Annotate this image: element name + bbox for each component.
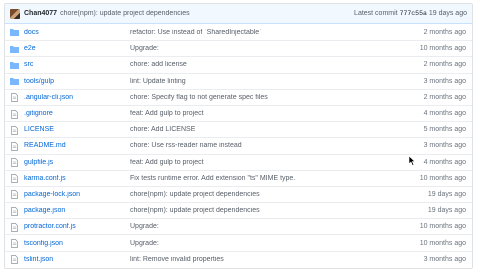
- file-icon: [10, 255, 19, 265]
- folder-icon: [10, 28, 19, 37]
- file-name-link[interactable]: e2e: [24, 45, 130, 52]
- table-row: LICENSE chore: Add LICENSE 5 months ago: [5, 121, 472, 137]
- table-row: README.md chore: Use rss-reader name inst…: [5, 137, 472, 153]
- file-name-link[interactable]: .gitignore: [24, 110, 130, 117]
- file-icon: [10, 93, 19, 103]
- commit-age: 4 months ago: [423, 110, 466, 118]
- file-name-link[interactable]: gulpfile.js: [24, 159, 130, 166]
- file-icon: [10, 206, 19, 216]
- table-row: gulpfile.js feat: Add gulp to project 4 mo…: [5, 153, 472, 170]
- commit-message-link[interactable]: chore: add license: [130, 61, 396, 68]
- commit-message-link[interactable]: lint: Remove invalid properties: [130, 256, 396, 263]
- commit-message-link[interactable]: Fix tests runtime error. Add extension "…: [130, 175, 396, 182]
- table-row: package.json chore(npm): update project d…: [5, 202, 472, 218]
- table-row: karma.conf.js Fix tests runtime error. Ad…: [5, 169, 472, 186]
- file-name-link[interactable]: README.md: [24, 142, 130, 149]
- commit-age: 2 months ago: [423, 28, 466, 36]
- table-row: docs refactor: Use instead of `SharedInje…: [5, 24, 472, 40]
- table-row: package-lock.json chore(npm): update proj…: [5, 185, 472, 202]
- file-name-link[interactable]: LICENSE: [24, 126, 130, 133]
- commit-age: 19 days ago: [428, 10, 467, 17]
- latest-commit-bar: Chan4077 chore(npm): update project depe…: [5, 4, 472, 24]
- commit-message-link[interactable]: lint: Update linting: [130, 78, 396, 85]
- file-name-link[interactable]: karma.conf.js: [24, 175, 130, 182]
- file-name-link[interactable]: tsconfig.json: [24, 240, 130, 247]
- table-row: tools/gulp lint: Update linting 3 months a…: [5, 72, 472, 89]
- commit-message-link[interactable]: feat: Add gulp to project: [130, 110, 396, 117]
- commit-age: 10 months ago: [419, 239, 466, 247]
- file-name-link[interactable]: package-lock.json: [24, 191, 130, 198]
- file-icon: [10, 222, 19, 232]
- latest-commit-info: Latest commit 777c55a 19 days ago: [354, 10, 467, 17]
- file-name-link[interactable]: tools/gulp: [24, 78, 130, 85]
- commit-message-link[interactable]: chore(npm): update project dependencies: [130, 207, 396, 214]
- file-icon: [10, 174, 19, 184]
- file-name-link[interactable]: package.json: [24, 207, 130, 214]
- table-row: protractor.conf.js Upgrade: 10 months ago: [5, 218, 472, 234]
- commit-age: 19 days ago: [427, 207, 466, 215]
- commit-age: 3 months ago: [423, 255, 466, 263]
- commit-message-link[interactable]: chore(npm): update project dependencies: [130, 191, 396, 198]
- commit-message-link[interactable]: feat: Add gulp to project: [130, 159, 396, 166]
- commit-message[interactable]: chore(npm): update project dependencies: [60, 10, 354, 17]
- file-name-link[interactable]: protractor.conf.js: [24, 223, 130, 230]
- commit-age: 10 months ago: [419, 223, 466, 231]
- commit-message-link[interactable]: refactor: Use instead of `SharedInjectab…: [130, 29, 396, 36]
- commit-age: 4 months ago: [423, 158, 466, 166]
- folder-icon: [10, 45, 19, 53]
- commit-age: 10 months ago: [419, 174, 466, 182]
- file-browser: Chan4077 chore(npm): update project depe…: [4, 3, 473, 269]
- commit-message-link[interactable]: chore: Use rss-reader name instead: [130, 142, 396, 149]
- file-list: docs refactor: Use instead of `SharedInje…: [5, 24, 472, 267]
- commit-message-link[interactable]: Upgrade:: [130, 240, 396, 247]
- commit-message-link[interactable]: Upgrade:: [130, 223, 396, 230]
- file-icon: [10, 109, 19, 119]
- commit-age: 19 days ago: [427, 190, 466, 198]
- commit-age: 10 months ago: [419, 45, 466, 53]
- avatar[interactable]: [10, 8, 20, 19]
- file-icon: [10, 142, 19, 151]
- file-name-link[interactable]: tslint.json: [24, 256, 130, 263]
- commit-age: 3 months ago: [423, 142, 466, 150]
- commit-age: 2 months ago: [423, 93, 466, 101]
- commit-message-link[interactable]: chore: Specify flag to not generate spec…: [130, 94, 396, 101]
- table-row: .angular-cli.json chore: Specify flag to …: [5, 88, 472, 105]
- folder-icon: [10, 77, 19, 86]
- table-row: tsconfig.json Upgrade: 10 months ago: [5, 234, 472, 250]
- commit-author[interactable]: Chan4077: [24, 10, 57, 17]
- table-row: .gitignore feat: Add gulp to project 4 mon…: [5, 104, 472, 121]
- file-name-link[interactable]: docs: [24, 29, 130, 36]
- commit-sha[interactable]: 777c55a: [400, 10, 427, 17]
- commit-age: 3 months ago: [423, 77, 466, 85]
- table-row: e2e Upgrade: 10 months ago: [5, 40, 472, 56]
- file-name-link[interactable]: src: [24, 61, 130, 68]
- table-row: tslint.json lint: Remove invalid properti…: [5, 250, 472, 267]
- file-icon: [10, 190, 19, 200]
- file-icon: [10, 158, 19, 167]
- latest-commit-label: Latest commit: [354, 10, 398, 17]
- commit-age: 5 months ago: [423, 126, 466, 134]
- commit-message-link[interactable]: chore: Add LICENSE: [130, 126, 396, 133]
- mouse-cursor-icon: [408, 155, 416, 168]
- file-icon: [10, 239, 19, 248]
- commit-message-link[interactable]: Upgrade:: [130, 45, 396, 52]
- folder-icon: [10, 61, 19, 69]
- file-name-link[interactable]: .angular-cli.json: [24, 94, 130, 101]
- table-row: src chore: add license 2 months ago: [5, 56, 472, 72]
- commit-age: 2 months ago: [423, 61, 466, 69]
- file-icon: [10, 125, 19, 135]
